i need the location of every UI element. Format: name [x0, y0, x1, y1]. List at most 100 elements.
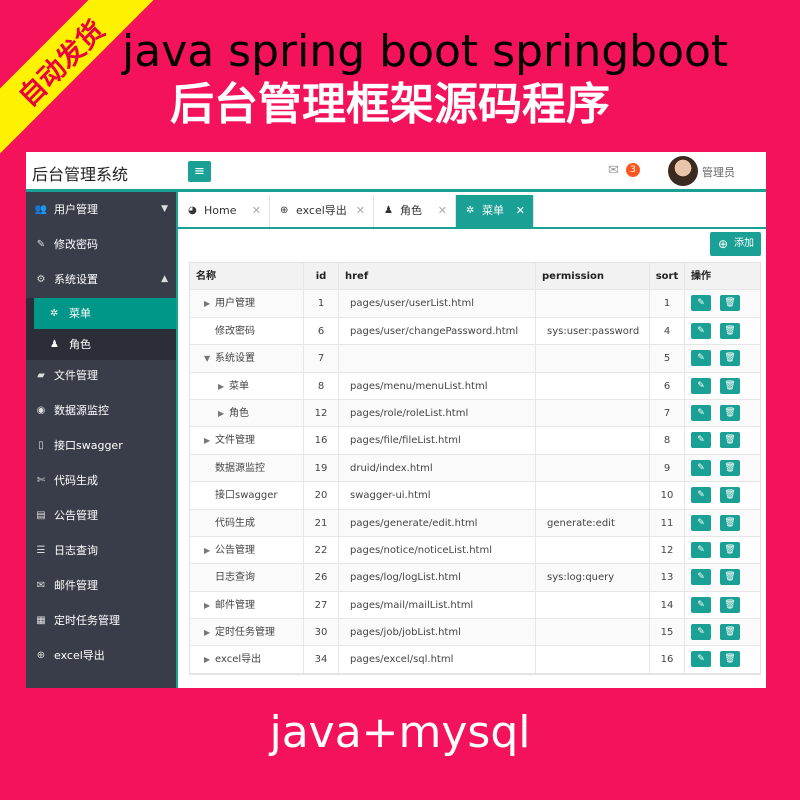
sidebar-item-6[interactable]: ✄ 代码生成 [26, 463, 176, 498]
actions-cell: ✎ 🗑 [685, 564, 760, 590]
table-row[interactable]: ▶ 菜单 8 pages/menu/menuList.html 6 ✎ 🗑 [190, 372, 760, 400]
avatar[interactable] [668, 156, 698, 186]
eye-icon: ◉ [36, 405, 46, 416]
table-row[interactable]: ▶ 公告管理 22 pages/notice/noticeList.html 1… [190, 536, 760, 565]
delete-button[interactable]: 🗑 [720, 322, 740, 339]
edit-button[interactable]: ✎ [691, 487, 711, 504]
mail-icon[interactable]: ✉ [608, 163, 619, 178]
delete-button[interactable]: 🗑 [720, 569, 740, 586]
close-icon[interactable]: ✕ [516, 195, 525, 227]
id-cell: 27 [304, 591, 339, 619]
sidebar-item-5[interactable]: ▯ 接口swagger [26, 428, 176, 463]
close-icon[interactable]: ✕ [356, 195, 365, 227]
tab-label: 菜单 [482, 204, 504, 217]
sort-cell: 14 [650, 591, 685, 619]
permission-cell [536, 372, 650, 399]
edit-button[interactable]: ✎ [691, 624, 711, 641]
tab-1[interactable]: ⊕ excel导出 ✕ [270, 195, 374, 227]
sidebar-item-label: 定时任务管理 [54, 614, 120, 627]
edit-button[interactable]: ✎ [691, 295, 711, 312]
delete-button[interactable]: 🗑 [720, 459, 740, 476]
sidebar-item-10[interactable]: ▦ 定时任务管理 [26, 603, 176, 638]
edit-button[interactable]: ✎ [691, 514, 711, 531]
id-cell: 1 [304, 290, 339, 317]
edit-button[interactable]: ✎ [691, 322, 711, 339]
delete-button[interactable]: 🗑 [720, 624, 740, 641]
menu-toggle-button[interactable]: ≡ [188, 161, 211, 182]
table-row[interactable]: ▶ 邮件管理 27 pages/mail/mailList.html 14 ✎ … [190, 591, 760, 620]
app-title: 后台管理系统 [32, 165, 129, 184]
sidebar-item-8[interactable]: ☰ 日志查询 [26, 533, 176, 568]
tab-2[interactable]: ♟ 角色 ✕ [374, 195, 456, 227]
tab-3[interactable]: ✲ 菜单 ✕ [456, 195, 534, 227]
table-row[interactable]: ▶ 定时任务管理 30 pages/job/jobList.html 15 ✎ … [190, 619, 760, 647]
caret-right-icon[interactable]: ▶ [204, 646, 210, 672]
edit-button[interactable]: ✎ [691, 350, 711, 367]
table-row[interactable]: ▶ 用户管理 1 pages/user/userList.html 1 ✎ 🗑 [190, 290, 760, 318]
user-icon: ♟ [50, 339, 59, 350]
table-row[interactable]: 修改密码 6 pages/user/changePassword.html sy… [190, 317, 760, 346]
sidebar-item-11[interactable]: ⊕ excel导出 [26, 638, 176, 673]
caret-right-icon[interactable]: ▶ [218, 373, 224, 399]
caret-down-icon[interactable]: ▼ [204, 345, 210, 371]
edit-button[interactable]: ✎ [691, 432, 711, 449]
name-cell: ▶ 菜单 [190, 372, 304, 399]
name-cell: ▶ 定时任务管理 [190, 619, 304, 646]
sidebar-subitem-1[interactable]: ♟ 角色 [26, 329, 176, 360]
sidebar-item-label: excel导出 [54, 649, 105, 662]
delete-button[interactable]: 🗑 [720, 295, 740, 312]
column-header: sort [650, 263, 685, 290]
edit-button[interactable]: ✎ [691, 651, 711, 668]
close-icon[interactable]: ✕ [438, 195, 447, 227]
sidebar-subitem-0[interactable]: ✲ 菜单 [26, 298, 176, 329]
sort-cell: 8 [650, 427, 685, 454]
delete-button[interactable]: 🗑 [720, 596, 740, 613]
gear-icon: ✲ [50, 308, 59, 319]
add-button[interactable]: ⊕ 添加 [710, 232, 761, 256]
table-header: 名称 id href permission sort 操作 [190, 263, 760, 291]
tab-0[interactable]: ◕ Home ✕ [178, 195, 270, 227]
caret-right-icon[interactable]: ▶ [204, 537, 210, 563]
sidebar-item-4[interactable]: ◉ 数据源监控 [26, 393, 176, 428]
sidebar-item-7[interactable]: ▤ 公告管理 [26, 498, 176, 533]
caret-right-icon[interactable]: ▶ [204, 619, 210, 645]
delete-button[interactable]: 🗑 [720, 404, 740, 421]
delete-button[interactable]: 🗑 [720, 541, 740, 558]
sidebar-item-1[interactable]: ✎ 修改密码 [26, 227, 176, 262]
sort-cell: 1 [650, 290, 685, 317]
table-row[interactable]: ▶ 角色 12 pages/role/roleList.html 7 ✎ 🗑 [190, 399, 760, 428]
table-row[interactable]: 数据源监控 19 druid/index.html 9 ✎ 🗑 [190, 454, 760, 483]
delete-button[interactable]: 🗑 [720, 350, 740, 367]
delete-button[interactable]: 🗑 [720, 514, 740, 531]
sidebar-item-3[interactable]: ▰ 文件管理 [26, 358, 176, 393]
username[interactable]: 管理员 [702, 164, 735, 180]
sidebar-item-9[interactable]: ✉ 邮件管理 [26, 568, 176, 603]
table-row[interactable]: ▶ excel导出 34 pages/excel/sql.html 16 ✎ 🗑 [190, 646, 760, 674]
caret-right-icon[interactable]: ▶ [204, 427, 210, 453]
edit-button[interactable]: ✎ [691, 377, 711, 394]
table-row[interactable]: ▼ 系统设置 7 5 ✎ 🗑 [190, 345, 760, 373]
delete-button[interactable]: 🗑 [720, 487, 740, 504]
table-row[interactable]: 代码生成 21 pages/generate/edit.html generat… [190, 509, 760, 537]
delete-button[interactable]: 🗑 [720, 651, 740, 668]
close-icon[interactable]: ✕ [252, 195, 261, 227]
edit-button[interactable]: ✎ [691, 569, 711, 586]
edit-button[interactable]: ✎ [691, 541, 711, 558]
table-row[interactable]: ▶ 文件管理 16 pages/file/fileList.html 8 ✎ 🗑 [190, 427, 760, 455]
sidebar: 👥 用户管理 ▼ ✎ 修改密码 ⚙ 系统设置 ▲ ▰ 文件管理 ◉ 数据源监控 ▯ 接口swa… [26, 192, 176, 688]
edit-button[interactable]: ✎ [691, 404, 711, 421]
edit-button[interactable]: ✎ [691, 459, 711, 476]
table-row[interactable]: 接口swagger 20 swagger-ui.html 10 ✎ 🗑 [190, 482, 760, 510]
caret-right-icon[interactable]: ▶ [218, 400, 224, 426]
permission-cell [536, 536, 650, 564]
permission-cell [536, 619, 650, 646]
sidebar-item-2[interactable]: ⚙ 系统设置 ▲ [26, 262, 176, 297]
delete-button[interactable]: 🗑 [720, 377, 740, 394]
delete-button[interactable]: 🗑 [720, 432, 740, 449]
caret-right-icon[interactable]: ▶ [204, 592, 210, 618]
table-row[interactable]: 日志查询 26 pages/log/logList.html sys:log:q… [190, 564, 760, 592]
caret-right-icon[interactable]: ▶ [204, 290, 210, 316]
sidebar-item-0[interactable]: 👥 用户管理 ▼ [26, 192, 176, 227]
sort-cell: 16 [650, 646, 685, 673]
edit-button[interactable]: ✎ [691, 596, 711, 613]
